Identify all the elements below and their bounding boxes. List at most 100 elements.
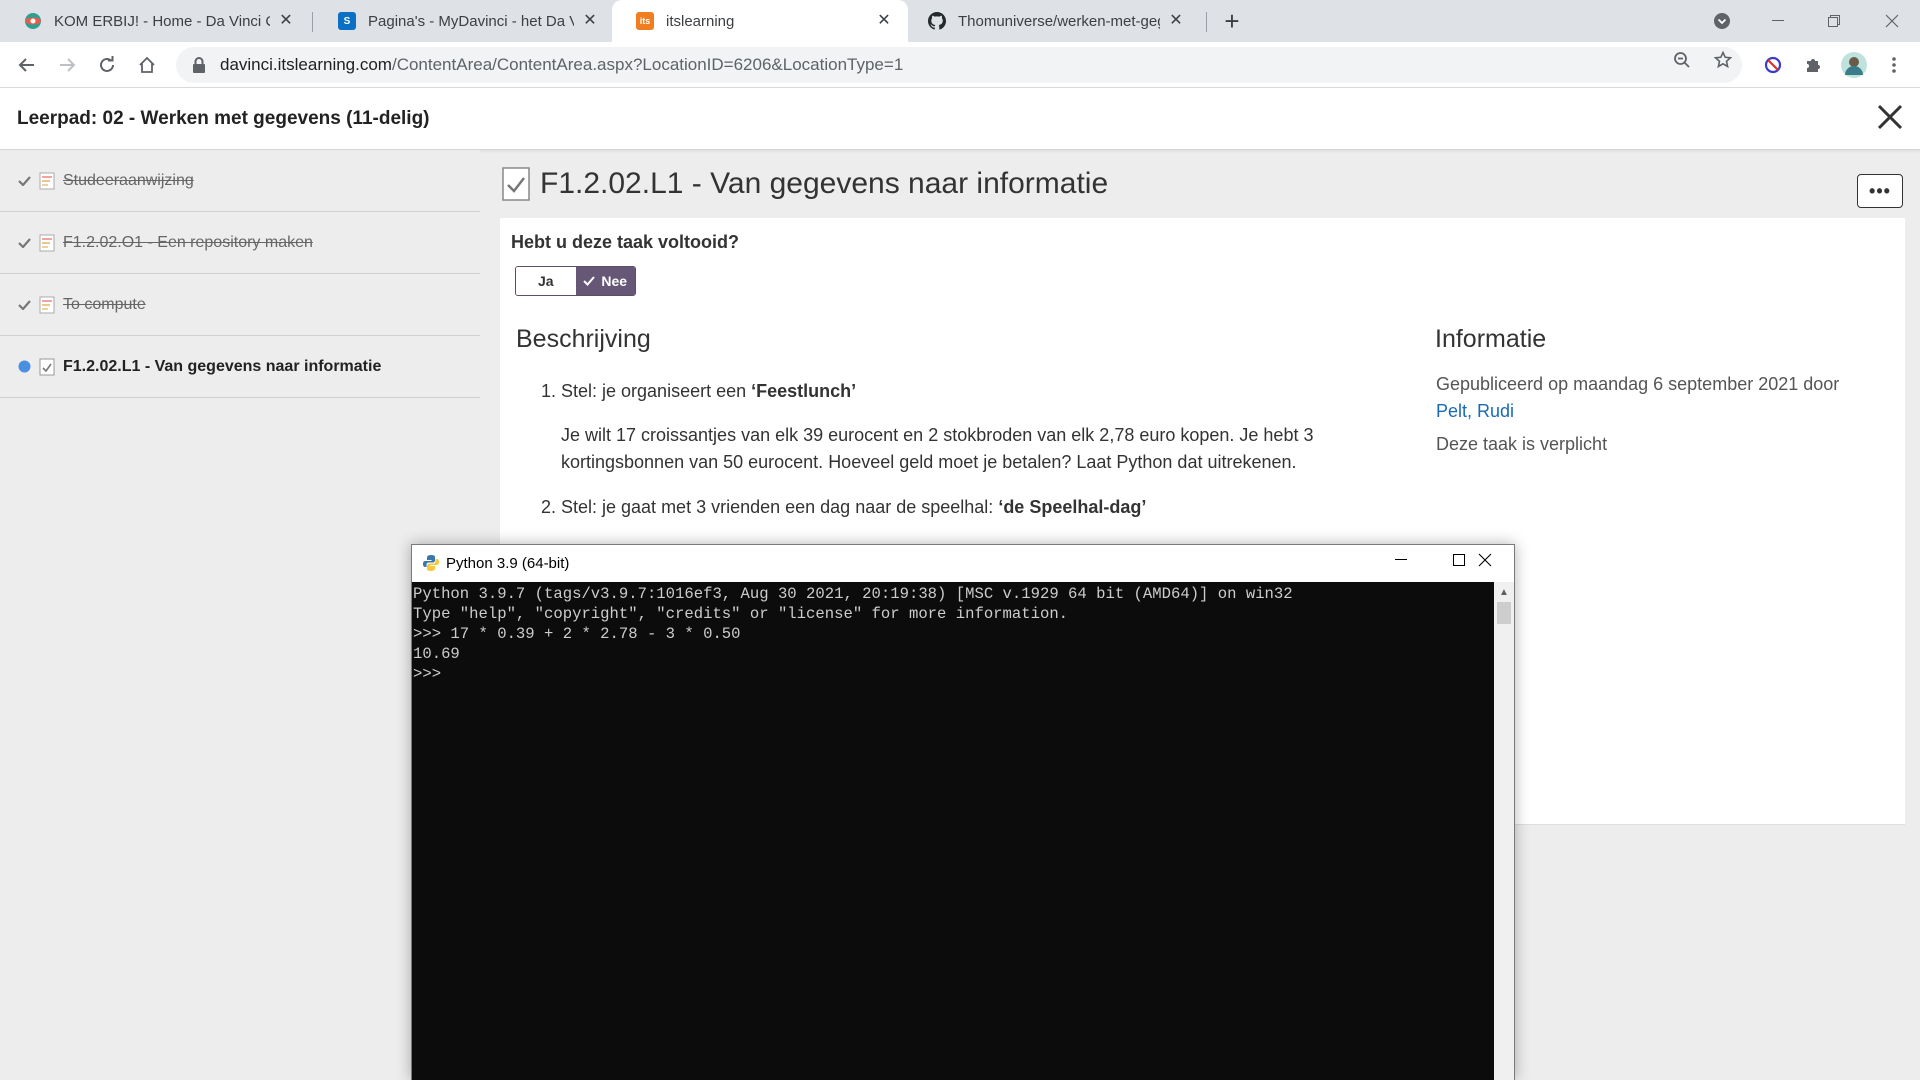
learning-path-sidebar: Studeeraanwijzing F1.2.02.O1 - Een repos… xyxy=(0,150,480,1080)
sidebar-item-to-compute[interactable]: To compute xyxy=(0,274,480,336)
close-window-button[interactable] xyxy=(1864,0,1920,42)
address-bar[interactable]: davinci.itslearning.com/ContentArea/Cont… xyxy=(176,47,1742,83)
list-item: 1. Stel: je organiseert een ‘Feestlunch’ xyxy=(516,378,1336,405)
github-favicon-icon xyxy=(928,12,946,30)
browser-tab-github[interactable]: Thomuniverse/werken-met-gegevens ✕ xyxy=(904,0,1200,42)
browser-menu-kebab-icon[interactable] xyxy=(1882,53,1906,77)
python-logo-icon xyxy=(422,554,440,572)
close-icon xyxy=(1478,553,1492,567)
list-item: 2. Stel: je gaat met 3 vrienden een dag … xyxy=(516,494,1336,521)
list-item-number: 2. xyxy=(541,497,557,517)
minimize-icon xyxy=(1395,559,1407,560)
close-icon xyxy=(1885,14,1899,28)
home-button[interactable] xyxy=(131,49,163,81)
learning-path-header: Leerpad: 02 - Werken met gegevens (11-de… xyxy=(0,88,1920,150)
browser-tab-kom-erbij[interactable]: KOM ERBIJ! - Home - Da Vinci College ✕ xyxy=(0,0,310,42)
current-item-dot-icon xyxy=(17,360,31,373)
back-button[interactable] xyxy=(11,49,43,81)
toggle-yes-button[interactable]: Ja xyxy=(516,267,576,295)
school-favicon-icon xyxy=(24,12,42,30)
profile-avatar[interactable] xyxy=(1840,51,1868,79)
lock-icon xyxy=(192,57,206,73)
restore-icon xyxy=(1828,15,1840,27)
list-item-emphasis: ‘de Speelhal-dag’ xyxy=(998,497,1147,517)
itslearning-favicon-icon: its xyxy=(636,12,654,30)
description-heading: Beschrijving xyxy=(516,325,651,353)
note-document-icon xyxy=(39,234,55,252)
list-item-lead: Stel: je organiseert een xyxy=(561,381,752,401)
sharepoint-favicon-icon: S xyxy=(338,12,356,30)
checkmark-icon xyxy=(17,175,31,186)
scrollbar-thumb[interactable] xyxy=(1497,602,1511,624)
arrow-right-icon xyxy=(60,58,76,72)
note-document-icon xyxy=(39,296,55,314)
note-document-icon xyxy=(39,172,55,190)
toggle-no-label: Nee xyxy=(601,273,628,289)
python-window-titlebar[interactable]: Python 3.9 (64-bit) xyxy=(412,545,1514,582)
new-tab-button[interactable]: + xyxy=(1218,8,1246,36)
information-panel: Gepubliceerd op maandag 6 september 2021… xyxy=(1436,371,1886,458)
tab-label: Pagina's - MyDavinci - het Da Vinci intr… xyxy=(368,12,574,30)
browser-tab-strip: KOM ERBIJ! - Home - Da Vinci College ✕ S… xyxy=(0,0,1920,42)
sidebar-item-repository-maken[interactable]: F1.2.02.O1 - Een repository maken xyxy=(0,212,480,274)
checkmark-icon xyxy=(17,237,31,248)
reload-button[interactable] xyxy=(91,49,123,81)
home-icon xyxy=(139,56,155,73)
sidebar-item-label: F1.2.02.L1 - Van gegevens naar informati… xyxy=(63,357,382,375)
close-tab-icon[interactable]: ✕ xyxy=(876,13,892,29)
bookmark-star-icon[interactable] xyxy=(1711,48,1735,72)
browser-tab-mydavinci[interactable]: S Pagina's - MyDavinci - het Da Vinci in… xyxy=(314,0,614,42)
completion-toggle: Ja Nee xyxy=(515,266,636,296)
tab-search-button[interactable] xyxy=(1694,0,1750,42)
extensions-puzzle-icon[interactable] xyxy=(1801,53,1825,77)
sidebar-item-label: To compute xyxy=(63,295,146,313)
close-learning-path-button[interactable] xyxy=(1875,102,1905,132)
page-title: Leerpad: 02 - Werken met gegevens (11-de… xyxy=(17,108,430,129)
minimize-window-button[interactable] xyxy=(1750,0,1806,42)
sidebar-item-van-gegevens-naar-informatie[interactable]: F1.2.02.L1 - Van gegevens naar informati… xyxy=(0,336,480,398)
console-line: Python 3.9.7 (tags/v3.9.7:1016ef3, Aug 3… xyxy=(413,585,1293,603)
tab-label: KOM ERBIJ! - Home - Da Vinci College xyxy=(54,12,270,30)
sidebar-item-label: F1.2.02.O1 - Een repository maken xyxy=(63,233,313,251)
list-item-number: 1. xyxy=(541,381,557,401)
python-minimize-button[interactable] xyxy=(1372,545,1430,575)
toggle-no-button[interactable]: Nee xyxy=(575,267,635,295)
console-scrollbar[interactable]: ▲ xyxy=(1494,582,1514,1080)
zoom-icon[interactable] xyxy=(1670,48,1694,72)
restore-window-button[interactable] xyxy=(1806,0,1862,42)
tab-divider xyxy=(1206,12,1207,32)
reload-icon xyxy=(100,56,114,72)
console-line: >>> 17 * 0.39 + 2 * 2.78 - 3 * 0.50 xyxy=(413,625,741,643)
tab-divider xyxy=(312,12,313,32)
close-tab-icon[interactable]: ✕ xyxy=(1168,13,1184,29)
close-tab-icon[interactable]: ✕ xyxy=(278,13,294,29)
checkmark-icon xyxy=(583,276,596,286)
information-heading: Informatie xyxy=(1435,325,1547,353)
python-window-title: Python 3.9 (64-bit) xyxy=(446,555,570,572)
url-text: davinci.itslearning.com/ContentArea/Cont… xyxy=(220,55,903,75)
task-title: F1.2.02.L1 - Van gegevens naar informati… xyxy=(540,167,1109,200)
tab-label: Thomuniverse/werken-met-gegevens xyxy=(958,12,1160,30)
tab-label: itslearning xyxy=(666,12,735,30)
browser-toolbar: davinci.itslearning.com/ContentArea/Cont… xyxy=(0,42,1920,88)
description-list: 1. Stel: je organiseert een ‘Feestlunch’… xyxy=(516,378,1336,521)
published-text: Gepubliceerd op maandag 6 september 2021… xyxy=(1436,374,1840,394)
blocker-extension-icon[interactable] xyxy=(1761,53,1785,77)
url-host: davinci.itslearning.com xyxy=(220,55,392,74)
python-console-output[interactable]: Python 3.9.7 (tags/v3.9.7:1016ef3, Aug 3… xyxy=(412,582,1494,1080)
completion-question: Hebt u deze taak voltooid? xyxy=(511,232,740,252)
sidebar-item-label: Studeeraanwijzing xyxy=(63,171,194,189)
console-line: 10.69 xyxy=(413,645,460,663)
python-close-button[interactable] xyxy=(1456,545,1514,575)
console-line: Type "help", "copyright", "credits" or "… xyxy=(413,605,1069,623)
close-tab-icon[interactable]: ✕ xyxy=(582,13,598,29)
sidebar-item-studeeraanwijzing[interactable]: Studeeraanwijzing xyxy=(0,150,480,212)
list-item-body: Je wilt 17 croissantjes van elk 39 euroc… xyxy=(561,425,1314,472)
more-options-button[interactable]: ••• xyxy=(1857,174,1903,208)
console-prompt-line[interactable]: >>> xyxy=(413,664,1494,684)
list-item-lead: Stel: je gaat met 3 vrienden een dag naa… xyxy=(561,497,999,517)
scroll-up-arrow-icon[interactable]: ▲ xyxy=(1494,584,1514,600)
forward-button[interactable] xyxy=(51,49,83,81)
author-link[interactable]: Pelt, Rudi xyxy=(1436,398,1886,425)
browser-tab-itslearning[interactable]: its itslearning ✕ xyxy=(612,0,908,42)
